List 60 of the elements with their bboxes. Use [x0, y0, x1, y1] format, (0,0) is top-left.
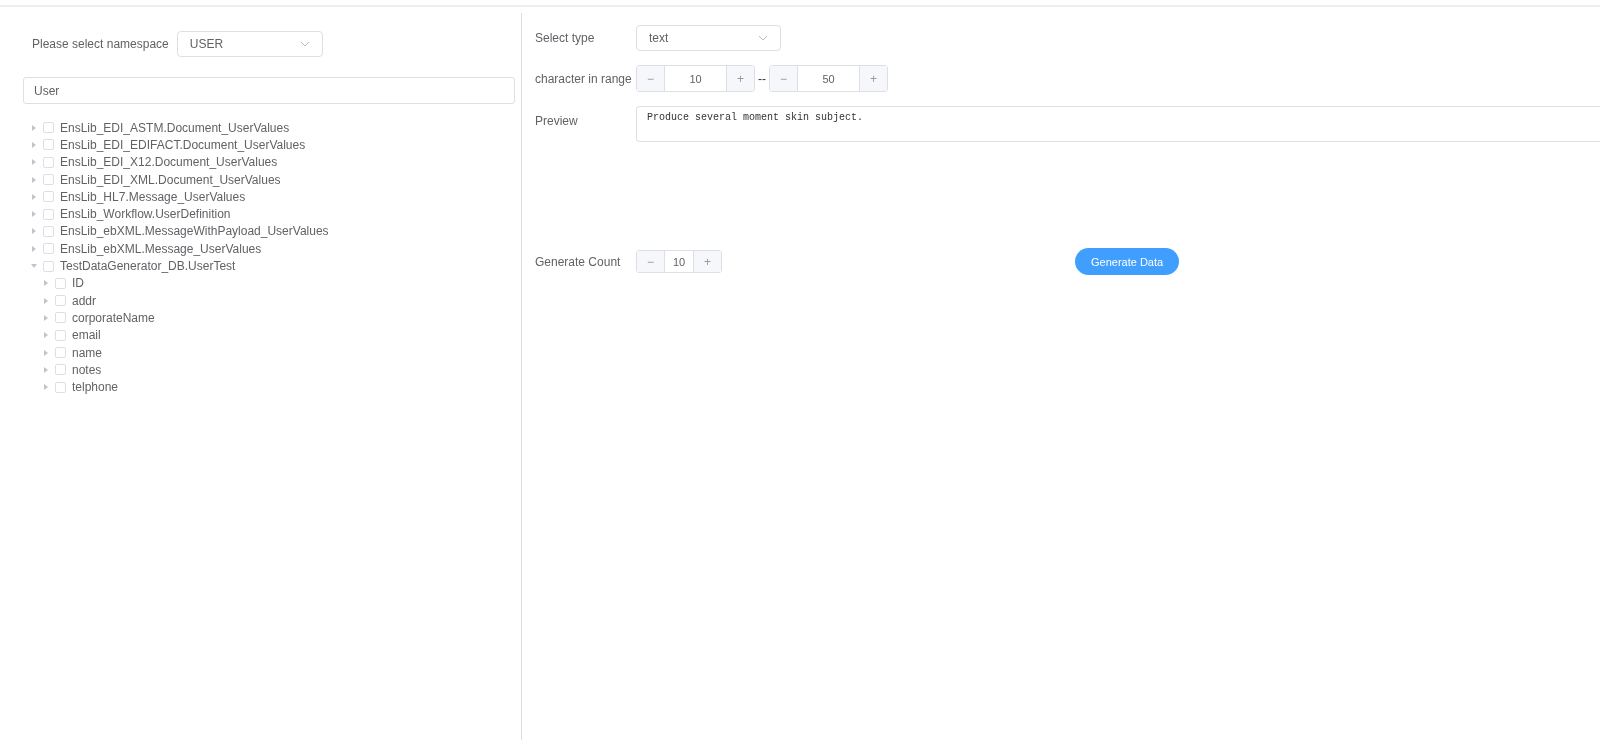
expand-arrow-icon[interactable] [31, 193, 37, 200]
expand-arrow-icon[interactable] [43, 314, 49, 321]
tree-checkbox[interactable] [43, 156, 54, 168]
tree-item[interactable]: EnsLib_Workflow.UserDefinition [60, 207, 231, 222]
tree-item[interactable]: EnsLib_ebXML.MessageWithPayload_UserValues [60, 224, 329, 239]
tree-item[interactable]: email [72, 328, 101, 343]
count-label: Generate Count [535, 254, 622, 269]
tree-item[interactable]: EnsLib_EDI_X12.Document_UserValues [60, 155, 278, 170]
tree-item[interactable]: notes [72, 362, 102, 377]
preview-textarea[interactable]: Produce several moment skin subject. [636, 106, 1600, 142]
tree-checkbox[interactable] [55, 295, 66, 307]
namespace-select[interactable]: USER [176, 31, 323, 57]
tree-checkbox[interactable] [43, 122, 54, 134]
tree-checkbox[interactable] [43, 260, 54, 272]
search-field[interactable]: User [23, 77, 515, 104]
expand-arrow-icon[interactable] [43, 366, 49, 373]
tree-item[interactable]: EnsLib_ebXML.Message_UserValues [60, 241, 262, 256]
type-label: Select type [535, 31, 596, 45]
tree-checkbox[interactable] [43, 139, 54, 151]
tree-item[interactable]: TestDataGenerator_DB.UserTest [60, 259, 236, 273]
range-separator: -- [758, 71, 766, 86]
tree-checkbox[interactable] [43, 208, 54, 220]
expand-arrow-icon[interactable] [31, 159, 37, 166]
expand-arrow-icon[interactable] [31, 263, 37, 269]
expand-arrow-icon[interactable] [31, 245, 37, 252]
tree-checkbox[interactable] [55, 277, 66, 289]
range-label: character in range [535, 71, 633, 86]
chevron-down-icon [758, 35, 768, 41]
type-select[interactable]: text [636, 25, 781, 51]
tree-item[interactable]: addr [72, 293, 97, 308]
expand-arrow-icon[interactable] [31, 228, 37, 235]
tree-checkbox[interactable] [43, 225, 54, 237]
tree-checkbox[interactable] [55, 347, 66, 358]
tree-item[interactable]: EnsLib_EDI_EDIFACT.Document_UserValues [60, 137, 306, 152]
tree-checkbox[interactable] [43, 191, 54, 203]
tree-item[interactable]: EnsLib_HL7.Message_UserValues [60, 189, 246, 204]
tree-item[interactable]: EnsLib_EDI_XML.Document_UserValues [60, 172, 281, 187]
tree-checkbox[interactable] [55, 329, 66, 341]
expand-arrow-icon[interactable] [31, 124, 37, 131]
preview-label: Preview [535, 113, 579, 128]
chevron-down-icon [299, 41, 310, 47]
tree-checkbox[interactable] [55, 381, 66, 393]
tree-item[interactable]: EnsLib_EDI_ASTM.Document_UserValues [60, 120, 290, 135]
tree-item[interactable]: ID [72, 276, 84, 291]
tree-checkbox[interactable] [43, 174, 54, 186]
expand-arrow-icon[interactable] [43, 297, 49, 304]
expand-arrow-icon[interactable] [43, 332, 49, 339]
expand-arrow-icon[interactable] [31, 176, 37, 183]
namespace-label: Please select namespace [32, 37, 169, 51]
tree-checkbox[interactable] [55, 312, 66, 324]
tree-item[interactable]: name [72, 345, 103, 360]
expand-arrow-icon[interactable] [31, 211, 37, 218]
tree-checkbox[interactable] [55, 364, 66, 376]
expand-arrow-icon[interactable] [43, 349, 49, 356]
expand-arrow-icon[interactable] [43, 384, 49, 391]
tree-item[interactable]: telphone [72, 380, 119, 395]
expand-arrow-icon[interactable] [43, 280, 49, 287]
tree-item[interactable]: corporateName [72, 310, 155, 325]
tree-checkbox[interactable] [43, 243, 54, 255]
expand-arrow-icon[interactable] [31, 141, 37, 148]
